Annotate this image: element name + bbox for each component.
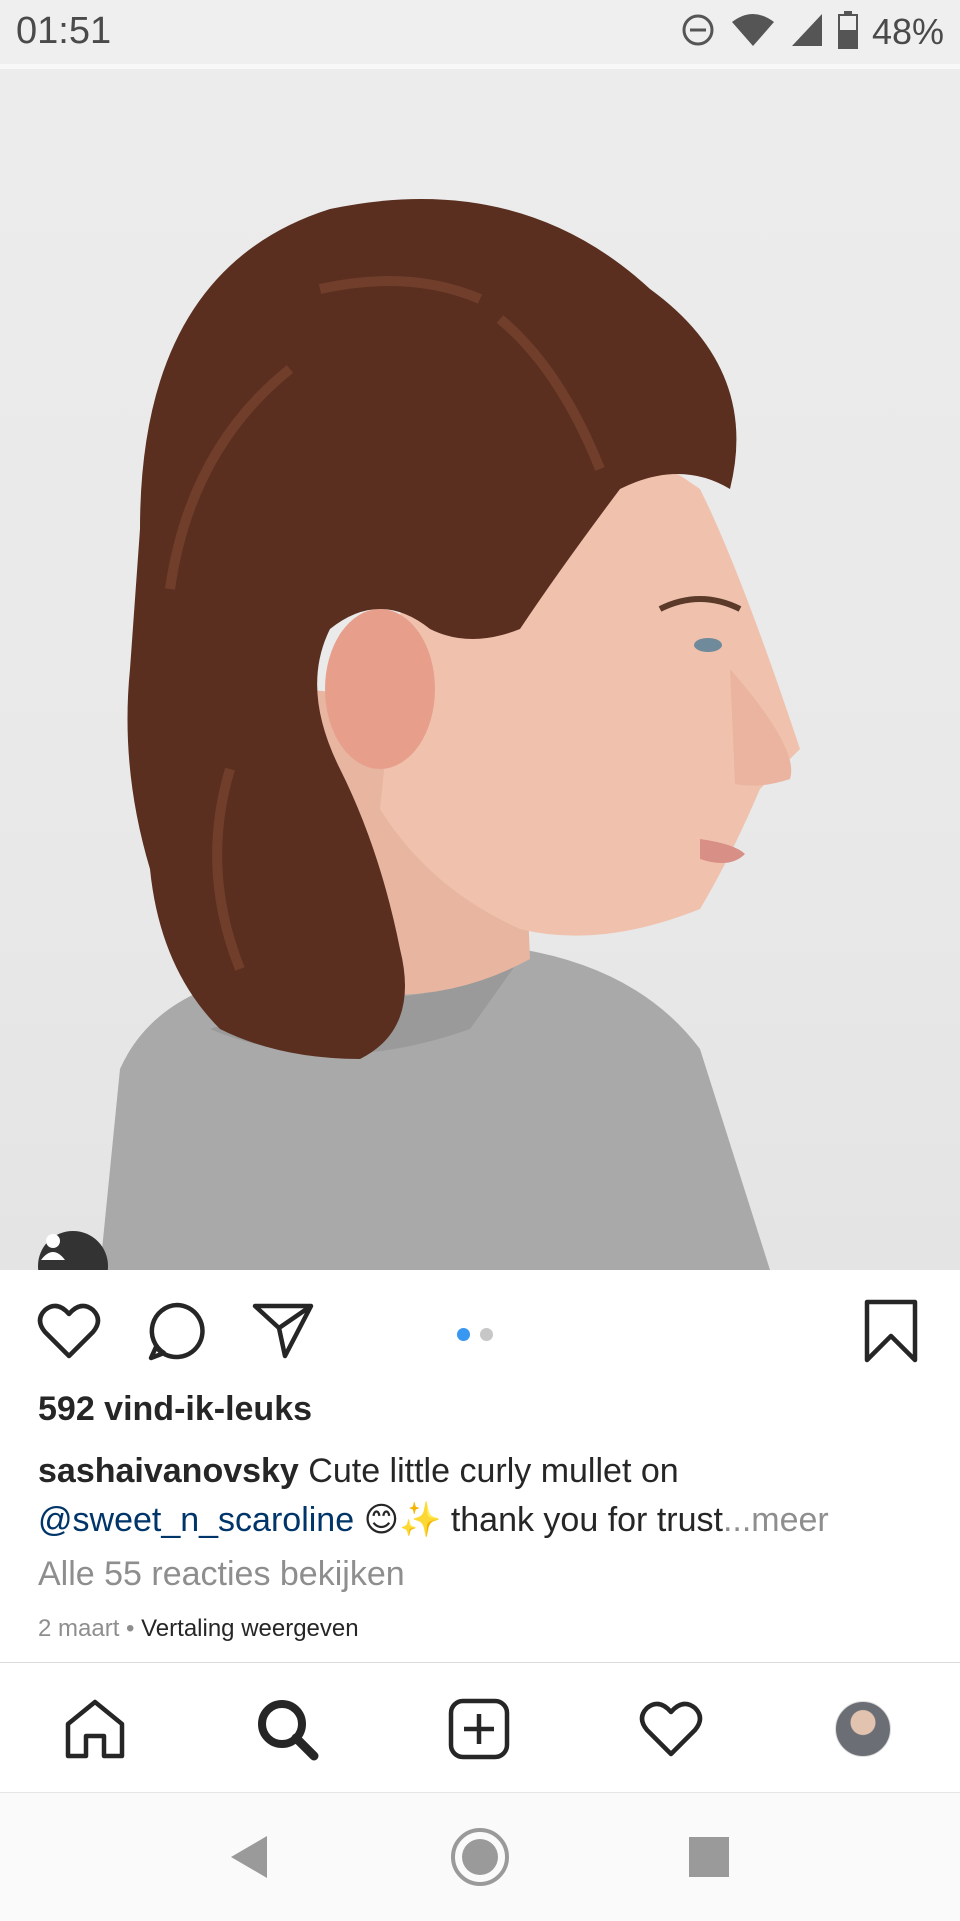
more-link[interactable]: ...meer xyxy=(723,1501,829,1539)
add-post-icon xyxy=(448,1698,510,1760)
nav-activity[interactable] xyxy=(633,1691,709,1767)
post-caption: sashaivanovsky Cute little curly mullet … xyxy=(38,1447,918,1545)
caption-username[interactable]: sashaivanovsky xyxy=(38,1452,299,1490)
share-button[interactable] xyxy=(248,1296,318,1366)
recents-nav-button[interactable] xyxy=(679,1827,739,1887)
system-nav-bar xyxy=(0,1792,960,1921)
dnd-icon xyxy=(680,12,716,53)
battery-icon xyxy=(837,10,858,54)
caption-text-rest: thank you for trust xyxy=(450,1501,723,1539)
nav-profile[interactable] xyxy=(825,1691,901,1767)
comment-icon xyxy=(148,1302,205,1361)
wifi-icon xyxy=(730,12,776,53)
like-count[interactable]: 592 vind-ik-leuks xyxy=(38,1390,312,1429)
caption-text: Cute little curly mullet on xyxy=(298,1452,679,1490)
comment-button[interactable] xyxy=(142,1296,212,1366)
caption-mention[interactable]: @sweet_n_scaroline xyxy=(38,1501,354,1539)
view-comments-link[interactable]: Alle 55 reacties bekijken xyxy=(38,1555,405,1594)
post-photo[interactable] xyxy=(0,69,960,1270)
post-date: 2 maart xyxy=(38,1615,120,1642)
back-nav-button[interactable] xyxy=(219,1827,279,1887)
status-bar: 01:51 48% xyxy=(0,0,960,69)
bottom-nav xyxy=(0,1662,960,1793)
recents-nav-icon xyxy=(689,1837,729,1877)
carousel-indicator xyxy=(457,1328,493,1341)
nav-new-post[interactable] xyxy=(441,1691,517,1767)
home-nav-button[interactable] xyxy=(450,1827,510,1887)
status-time: 01:51 xyxy=(16,10,112,52)
portrait-illustration xyxy=(100,199,800,1270)
carousel-dot xyxy=(480,1328,493,1341)
activity-icon xyxy=(639,1701,703,1757)
search-icon xyxy=(258,1700,319,1761)
battery-percent: 48% xyxy=(871,11,944,52)
nav-search[interactable] xyxy=(249,1691,325,1767)
signal-icon xyxy=(790,12,824,53)
post-meta: 2 maart • Vertaling weergeven xyxy=(38,1615,359,1643)
post-actions xyxy=(0,1270,960,1390)
person-icon xyxy=(41,1234,65,1260)
translate-link[interactable]: Vertaling weergeven xyxy=(141,1615,358,1642)
home-icon xyxy=(65,1699,125,1759)
status-icons: 48% xyxy=(680,10,944,54)
share-icon xyxy=(252,1303,314,1359)
like-button[interactable] xyxy=(34,1296,104,1366)
bookmark-icon xyxy=(864,1299,918,1363)
carousel-dot-active xyxy=(457,1328,470,1341)
caption-emojis: 😊✨ xyxy=(354,1501,451,1539)
back-nav-icon xyxy=(231,1836,267,1878)
meta-separator: • xyxy=(119,1615,142,1642)
profile-avatar xyxy=(835,1701,891,1757)
home-nav-icon xyxy=(451,1828,509,1886)
save-button[interactable] xyxy=(856,1296,926,1366)
like-icon xyxy=(37,1303,101,1359)
nav-home[interactable] xyxy=(57,1691,133,1767)
